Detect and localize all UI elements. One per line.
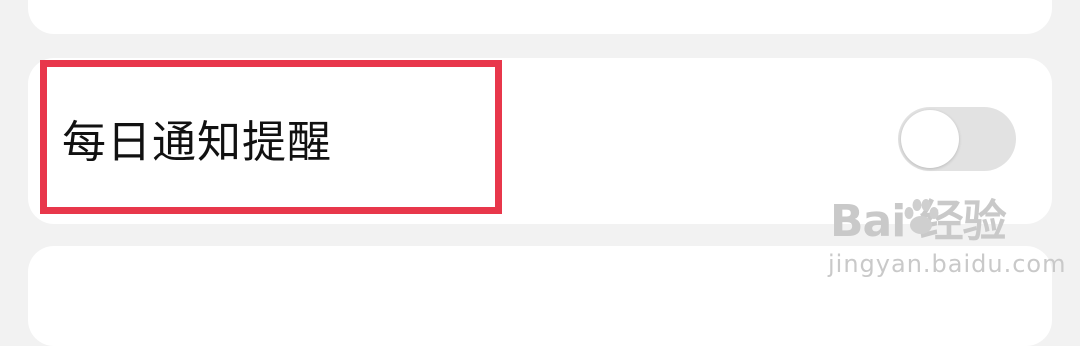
toggle-knob xyxy=(901,110,959,168)
settings-card-top xyxy=(28,0,1052,34)
baidu-jingyan-watermark: Bai 经验 jingyan.baidu.com xyxy=(822,192,1065,296)
watermark-url: jingyan.baidu.com xyxy=(828,250,1067,278)
highlight-annotation-box xyxy=(40,60,502,214)
paw-logo-icon xyxy=(904,199,939,234)
daily-reminder-toggle[interactable] xyxy=(898,107,1016,171)
